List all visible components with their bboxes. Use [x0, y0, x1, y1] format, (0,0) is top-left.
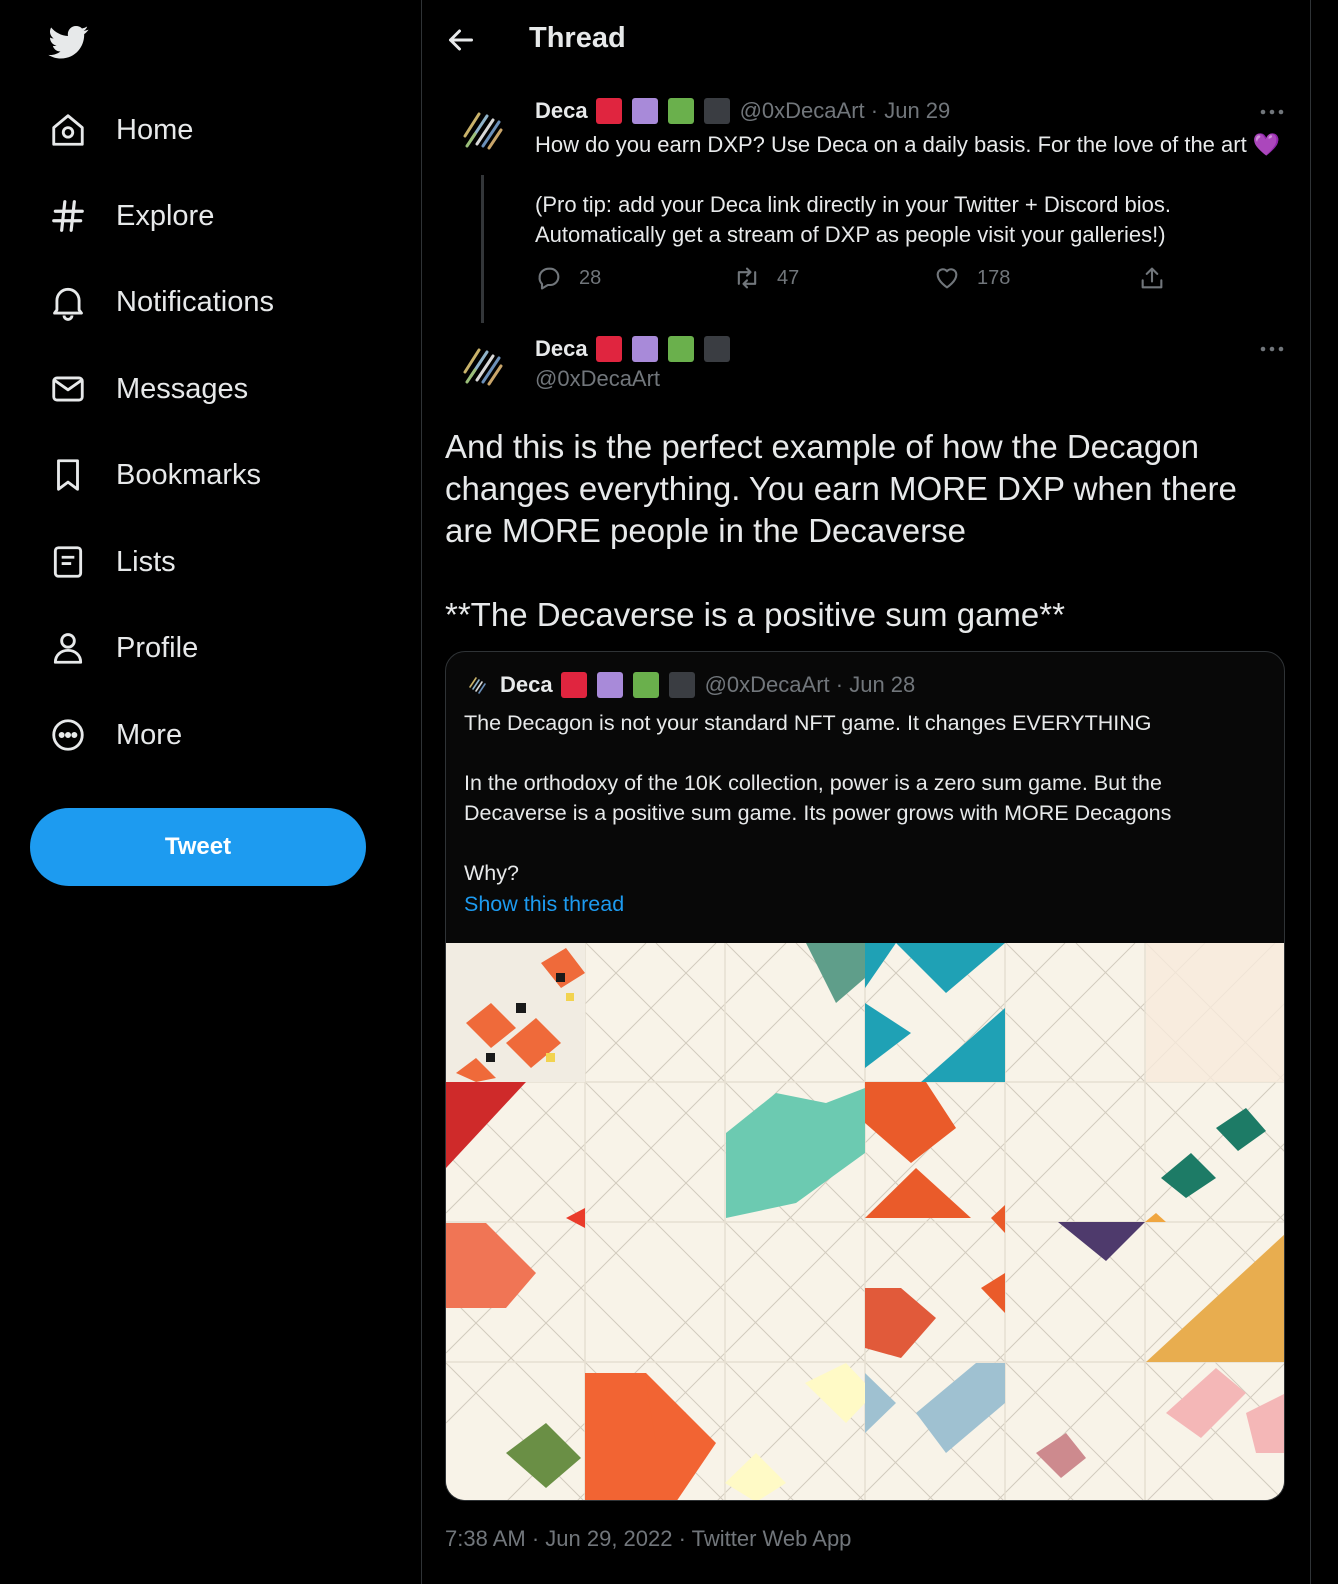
quoted-date: Jun 28: [849, 672, 916, 697]
author-handle[interactable]: @0xDecaArt: [740, 98, 865, 124]
more-options-icon[interactable]: [1257, 339, 1287, 359]
like-button[interactable]: 178: [933, 264, 1010, 292]
avatar[interactable]: [453, 100, 513, 160]
tweet-text: How do you earn DXP? Use Deca on a daily…: [535, 132, 1281, 247]
red-square-icon: [560, 672, 587, 698]
retweet-count: 47: [777, 266, 800, 289]
deca-logo-icon: [463, 348, 503, 386]
list-icon: [40, 534, 96, 590]
green-square-icon: [667, 98, 694, 124]
person-icon: [40, 620, 96, 676]
nav-messages[interactable]: Messages: [40, 361, 248, 417]
twitter-bird-icon[interactable]: [46, 22, 92, 62]
red-square-icon: [595, 98, 622, 124]
avatar[interactable]: [453, 336, 513, 396]
black-square-icon: [668, 672, 695, 698]
green-square-icon: [667, 336, 694, 362]
share-button[interactable]: [1138, 264, 1182, 292]
nav-more-label: More: [116, 718, 183, 751]
nav-more[interactable]: More: [40, 707, 182, 763]
show-thread-link[interactable]: Show this thread: [464, 892, 624, 917]
tweet-header: Deca: [535, 336, 740, 362]
handle-row: @0xDecaArt: [535, 366, 660, 392]
author-name[interactable]: Deca: [535, 336, 588, 362]
share-icon: [1141, 267, 1163, 289]
like-count: 178: [977, 266, 1011, 289]
sidebar: Home Explore Notifications Messages Book…: [0, 0, 422, 1584]
retweet-button[interactable]: 47: [733, 264, 799, 292]
reply-button[interactable]: 28: [535, 264, 601, 292]
tweet-header: Deca @0xDecaArt · Jun 29: [535, 98, 950, 124]
tweet-date[interactable]: Jun 29: [884, 98, 950, 124]
quoted-header: Deca @0xDecaArt · Jun 28: [466, 672, 915, 698]
envelope-icon: [40, 361, 96, 417]
nav-home-label: Home: [116, 113, 194, 146]
tweet-body: And this is the perfect example of how t…: [445, 426, 1275, 636]
tweet-paragraph: And this is the perfect example of how t…: [445, 428, 1237, 549]
tweet-timestamp[interactable]: 7:38 AM · Jun 29, 2022 · Twitter Web App: [445, 1526, 851, 1552]
author-name[interactable]: Deca: [535, 98, 588, 124]
nav-messages-label: Messages: [116, 372, 249, 405]
deca-logo-icon: [469, 677, 486, 694]
nav-lists-label: Lists: [116, 545, 176, 578]
hashtag-icon: [40, 188, 96, 244]
back-arrow-icon[interactable]: [443, 22, 479, 58]
nav-bookmarks[interactable]: Bookmarks: [40, 447, 261, 503]
reply-count: 28: [579, 266, 602, 289]
thread-column: Thread Deca @0xDecaArt · Jun 29 How do y…: [423, 0, 1311, 1584]
tweet-paragraph: **The Decaverse is a positive sum game**: [445, 596, 1065, 633]
page-title: Thread: [529, 22, 626, 54]
purple-square-icon: [631, 336, 658, 362]
nav-profile[interactable]: Profile: [40, 620, 198, 676]
tweet-button[interactable]: Tweet: [30, 808, 366, 886]
nav-lists[interactable]: Lists: [40, 534, 176, 590]
black-square-icon: [703, 336, 730, 362]
retweet-icon: [737, 267, 757, 289]
black-square-icon: [703, 98, 730, 124]
nav-explore-label: Explore: [116, 199, 215, 232]
more-circle-icon: [40, 707, 96, 763]
home-icon: [40, 102, 96, 158]
nav-home[interactable]: Home: [40, 102, 193, 158]
deca-logo-icon: [463, 112, 503, 150]
green-square-icon: [632, 672, 659, 698]
red-square-icon: [595, 336, 622, 362]
separator: ·: [864, 98, 885, 123]
quoted-handle: @0xDecaArt: [704, 672, 830, 697]
more-options-icon[interactable]: [1257, 102, 1287, 122]
author-handle[interactable]: @0xDecaArt: [535, 366, 660, 392]
nav-profile-label: Profile: [116, 631, 199, 664]
nav-notifications[interactable]: Notifications: [40, 274, 274, 330]
separator: ·: [829, 672, 850, 697]
quoted-text: The Decagon is not your standard NFT gam…: [464, 711, 1172, 885]
nav-bookmarks-label: Bookmarks: [116, 458, 262, 491]
purple-square-icon: [596, 672, 623, 698]
purple-square-icon: [631, 98, 658, 124]
bell-icon: [40, 274, 96, 330]
tweet-actions: 28 47 178: [535, 264, 1175, 300]
artwork-image[interactable]: [446, 943, 1285, 1501]
nav-notifications-label: Notifications: [116, 285, 274, 318]
heart-icon: [936, 268, 958, 289]
quoted-author-name: Deca: [500, 672, 553, 697]
quoted-tweet[interactable]: Deca @0xDecaArt · Jun 28 The Decagon is …: [445, 651, 1285, 1501]
reply-icon: [538, 267, 560, 290]
bookmark-icon: [40, 447, 96, 503]
thread-connector: [481, 175, 484, 323]
nav-explore[interactable]: Explore: [40, 188, 214, 244]
